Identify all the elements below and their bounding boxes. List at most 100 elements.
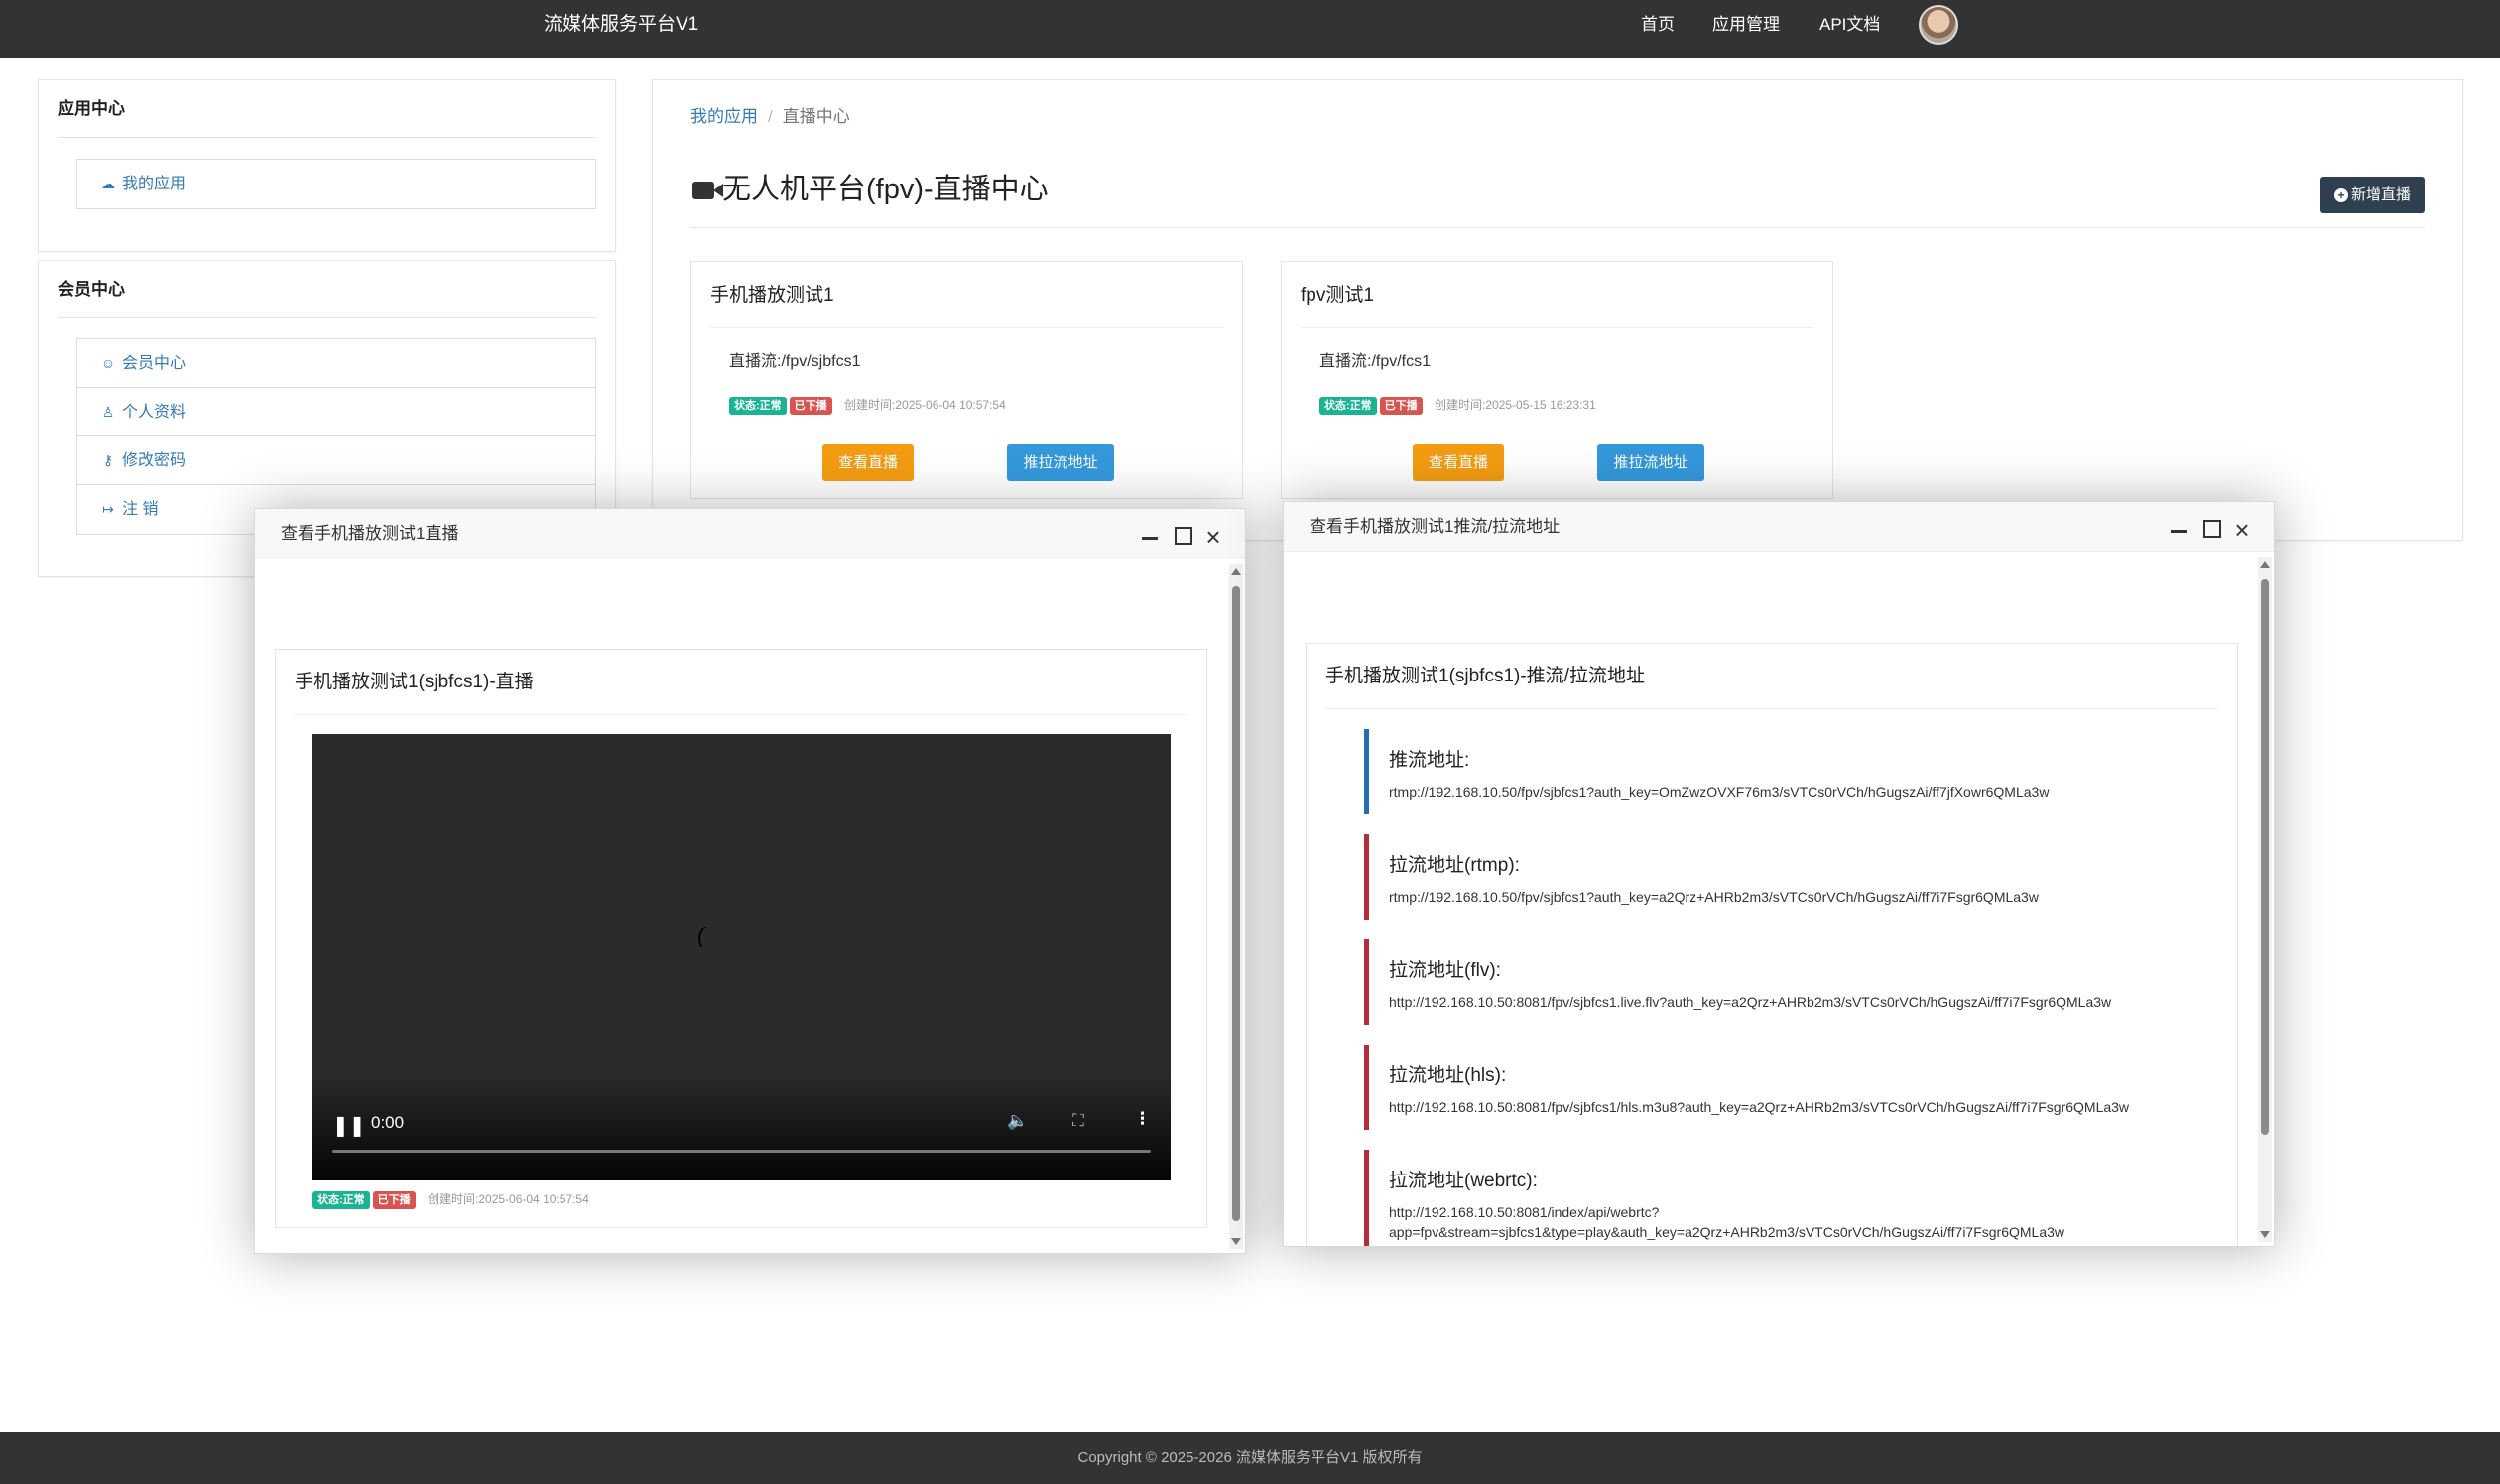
live-panel: 手机播放测试1(sjbfcs1)-直播 ( ❚❚ 0:00 🔈 ⛶ ⋮ 状态:正… — [275, 649, 1207, 1228]
nav-home[interactable]: 首页 — [1641, 0, 1675, 50]
view-live-button[interactable]: 查看直播 — [822, 444, 914, 481]
video-player[interactable]: ( ❚❚ 0:00 🔈 ⛶ ⋮ — [312, 734, 1171, 1180]
scroll-up-icon[interactable] — [2260, 561, 2270, 568]
member-center-list: ☺ 会员中心 ♙ 个人资料 ⚷ 修改密码 ↦ 注 销 — [76, 338, 596, 535]
minimize-icon[interactable] — [1138, 522, 1162, 546]
status-badge: 状态:正常 — [729, 397, 787, 415]
address-value[interactable]: rtmp://192.168.10.50/fpv/sjbfcs1?auth_ke… — [1389, 782, 2180, 802]
scroll-down-icon[interactable] — [2260, 1231, 2270, 1238]
breadcrumb-separator: / — [768, 107, 773, 126]
view-live-button[interactable]: 查看直播 — [1413, 444, 1504, 481]
scroll-thumb[interactable] — [1232, 586, 1240, 1221]
title-divider — [690, 227, 2425, 228]
card-badges: 状态:正常 已下播 创建时间:2025-06-04 10:57:54 — [729, 396, 1006, 415]
top-navbar: 流媒体服务平台V1 首页 应用管理 API文档 — [0, 0, 2500, 58]
address-label: 拉流地址(webrtc): — [1389, 1171, 1538, 1191]
page-title: 无人机平台(fpv)-直播中心 — [692, 166, 1049, 207]
maximize-icon[interactable] — [2198, 515, 2222, 539]
brand-title[interactable]: 流媒体服务平台V1 — [544, 0, 698, 50]
live-card: 手机播放测试1 直播流:/fpv/sjbfcs1 状态:正常 已下播 创建时间:2… — [690, 261, 1243, 499]
scroll-up-icon[interactable] — [1231, 568, 1241, 575]
user-icon: ♙ — [101, 404, 115, 420]
user-avatar[interactable] — [1919, 5, 1958, 45]
dialog-scrollbar[interactable] — [2258, 557, 2272, 1242]
pause-icon[interactable]: ❚❚ — [332, 1113, 366, 1138]
status-badge: 状态:正常 — [1319, 397, 1377, 415]
sidebar-item-label: 会员中心 — [122, 355, 187, 372]
card-stream-path: 直播流:/fpv/fcs1 — [1319, 353, 1432, 370]
breadcrumb-my-apps[interactable]: 我的应用 — [690, 107, 758, 126]
stream-address-dialog: 查看手机播放测试1推流/拉流地址 × 手机播放测试1(sjbfcs1)-推流/拉… — [1283, 501, 2275, 1247]
dialog-title: 查看手机播放测试1推流/拉流地址 — [1310, 517, 1561, 536]
created-time: 创建时间:2025-05-15 16:23:31 — [1435, 398, 1596, 412]
close-icon[interactable]: × — [2230, 517, 2254, 543]
dialog-title: 查看手机播放测试1直播 — [281, 524, 459, 543]
new-live-button[interactable]: + 新增直播 — [2319, 177, 2425, 213]
minimize-icon[interactable] — [2167, 515, 2190, 539]
pull-rtmp-block: 拉流地址(rtmp): rtmp://192.168.10.50/fpv/sjb… — [1364, 834, 2180, 920]
nav-api-docs[interactable]: API文档 — [1819, 0, 1880, 50]
offline-badge: 已下播 — [789, 397, 832, 415]
live-card: fpv测试1 直播流:/fpv/fcs1 状态:正常 已下播 创建时间:2025-… — [1281, 261, 1833, 499]
new-live-label: 新增直播 — [2350, 186, 2411, 203]
video-progress-bar[interactable] — [332, 1150, 1151, 1153]
footer: Copyright © 2025-2026 流媒体服务平台V1 版权所有 — [0, 1432, 2500, 1484]
maximize-icon[interactable] — [1170, 522, 1193, 546]
address-label: 推流地址: — [1389, 750, 1470, 771]
address-value[interactable]: rtmp://192.168.10.50/fpv/sjbfcs1?auth_ke… — [1389, 887, 2180, 907]
sidebar-item-label: 注 销 — [122, 501, 159, 518]
app-center-panel: 应用中心 ☁ 我的应用 — [38, 79, 616, 252]
card-title: fpv测试1 — [1301, 262, 1813, 328]
dialog-tools: × — [1130, 522, 1225, 550]
video-time: 0:00 — [371, 1113, 405, 1132]
member-center-title: 会员中心 — [58, 261, 596, 318]
address-value[interactable]: http://192.168.10.50:8081/fpv/sjbfcs1.li… — [1389, 992, 2180, 1012]
page-title-text: 无人机平台(fpv)-直播中心 — [722, 174, 1049, 205]
live-center-panel: 我的应用 / 直播中心 无人机平台(fpv)-直播中心 + 新增直播 手机播放测试1 … — [652, 79, 2463, 541]
breadcrumb: 我的应用 / 直播中心 — [690, 102, 850, 127]
address-panel: 手机播放测试1(sjbfcs1)-推流/拉流地址 推流地址: rtmp://19… — [1306, 643, 2238, 1246]
sidebar-item-label: 我的应用 — [122, 176, 187, 192]
address-panel-title: 手机播放测试1(sjbfcs1)-推流/拉流地址 — [1325, 644, 2218, 709]
push-address-block: 推流地址: rtmp://192.168.10.50/fpv/sjbfcs1?a… — [1364, 729, 2180, 814]
scroll-thumb[interactable] — [2261, 579, 2269, 1135]
dialog-scrollbar[interactable] — [1229, 564, 1243, 1249]
sidebar-item-member-center[interactable]: ☺ 会员中心 — [77, 339, 595, 388]
cloud-icon: ☁ — [101, 176, 115, 191]
nav-app-management[interactable]: 应用管理 — [1712, 0, 1780, 50]
pull-hls-block: 拉流地址(hls): http://192.168.10.50:8081/fpv… — [1364, 1045, 2180, 1130]
dialog-header[interactable]: 查看手机播放测试1直播 × — [255, 509, 1245, 558]
address-label: 拉流地址(hls): — [1389, 1065, 1507, 1086]
app-center-list: ☁ 我的应用 — [76, 159, 596, 209]
volume-icon[interactable]: 🔈 — [1007, 1111, 1028, 1131]
sidebar-item-profile[interactable]: ♙ 个人资料 — [77, 388, 595, 436]
stream-address-button[interactable]: 推拉流地址 — [1597, 444, 1704, 481]
address-value[interactable]: http://192.168.10.50:8081/index/api/webr… — [1389, 1202, 2180, 1242]
fullscreen-icon[interactable]: ⛶ — [1072, 1111, 1084, 1131]
created-time: 创建时间:2025-06-04 10:57:54 — [428, 1192, 589, 1206]
status-badge: 状态:正常 — [312, 1191, 370, 1209]
plus-circle-icon: + — [2333, 188, 2348, 202]
address-value[interactable]: http://192.168.10.50:8081/fpv/sjbfcs1/hl… — [1389, 1097, 2180, 1117]
created-time: 创建时间:2025-06-04 10:57:54 — [844, 398, 1006, 412]
breadcrumb-current: 直播中心 — [782, 107, 850, 126]
offline-badge: 已下播 — [1379, 397, 1423, 415]
dialog-tools: × — [2159, 515, 2254, 543]
close-icon[interactable]: × — [1201, 524, 1225, 550]
stream-address-button[interactable]: 推拉流地址 — [1007, 444, 1114, 481]
signout-icon: ↦ — [102, 501, 114, 517]
dialog-header[interactable]: 查看手机播放测试1推流/拉流地址 × — [1284, 502, 2274, 552]
card-title: 手机播放测试1 — [710, 262, 1223, 328]
more-options-icon[interactable]: ⋮ — [1134, 1109, 1151, 1129]
sidebar-item-my-apps[interactable]: ☁ 我的应用 — [77, 160, 595, 208]
scroll-down-icon[interactable] — [1231, 1238, 1241, 1245]
live-view-dialog: 查看手机播放测试1直播 × 手机播放测试1(sjbfcs1)-直播 ( ❚❚ 0… — [254, 508, 1246, 1254]
live-badges: 状态:正常 已下播 创建时间:2025-06-04 10:57:54 — [312, 1190, 589, 1209]
video-camera-icon — [692, 182, 723, 199]
card-badges: 状态:正常 已下播 创建时间:2025-05-15 16:23:31 — [1319, 396, 1596, 415]
video-controls-bar — [312, 1071, 1171, 1180]
live-panel-title: 手机播放测试1(sjbfcs1)-直播 — [295, 650, 1188, 715]
address-label: 拉流地址(rtmp): — [1389, 855, 1520, 876]
sidebar-item-change-password[interactable]: ⚷ 修改密码 — [77, 436, 595, 485]
sidebar-item-label: 个人资料 — [122, 404, 187, 421]
